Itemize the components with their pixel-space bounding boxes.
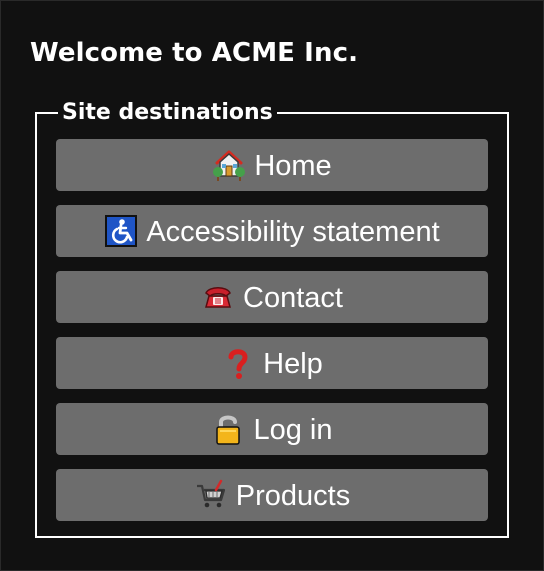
site-destinations-list: Home Accessibility statement Contact Hel… xyxy=(56,139,488,521)
wheelchair-icon xyxy=(104,214,138,248)
page-title: Welcome to ACME Inc. xyxy=(30,38,359,68)
accessibility-statement-label: Accessibility statement xyxy=(146,215,440,248)
log-in-label: Log in xyxy=(253,413,333,446)
site-destinations-fieldset: Site destinations Home Accessibility sta… xyxy=(35,99,509,538)
log-in-button[interactable]: Log in xyxy=(56,403,488,455)
site-destinations-legend: Site destinations xyxy=(58,99,277,127)
shopping-cart-icon xyxy=(194,478,228,512)
products-button[interactable]: Products xyxy=(56,469,488,521)
products-label: Products xyxy=(235,479,351,512)
accessibility-statement-button[interactable]: Accessibility statement xyxy=(56,205,488,257)
lock-icon xyxy=(211,412,245,446)
house-icon xyxy=(212,148,246,182)
question-mark-icon xyxy=(221,346,255,380)
contact-button[interactable]: Contact xyxy=(56,271,488,323)
help-label: Help xyxy=(263,347,323,380)
home-label: Home xyxy=(254,149,332,182)
telephone-icon xyxy=(201,280,235,314)
help-button[interactable]: Help xyxy=(56,337,488,389)
contact-label: Contact xyxy=(243,281,343,314)
page-frame: Welcome to ACME Inc. Site destinations H… xyxy=(0,0,544,571)
home-button[interactable]: Home xyxy=(56,139,488,191)
